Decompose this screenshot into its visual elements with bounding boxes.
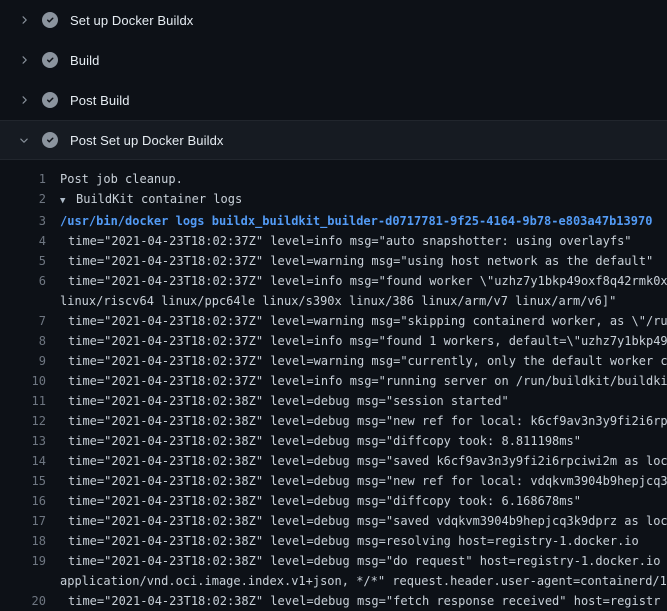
log-line-15: 15 time="2021-04-23T18:02:38Z" level=debu… (0, 471, 667, 491)
step-post-set-up-docker-buildx[interactable]: Post Set up Docker Buildx (0, 120, 667, 160)
line-number[interactable]: 5 (0, 251, 46, 271)
line-number[interactable]: 9 (0, 351, 46, 371)
line-number[interactable]: 12 (0, 411, 46, 431)
step-set-up-docker-buildx[interactable]: Set up Docker Buildx (0, 0, 667, 40)
log-line-4: 4 time="2021-04-23T18:02:37Z" level=info … (0, 231, 667, 251)
log-line-11: 11 time="2021-04-23T18:02:38Z" level=debu… (0, 391, 667, 411)
log-text: time="2021-04-23T18:02:38Z" level=debug … (60, 591, 667, 611)
line-number[interactable]: 11 (0, 391, 46, 411)
log-text: time="2021-04-23T18:02:38Z" level=debug … (60, 471, 667, 491)
step-build[interactable]: Build (0, 40, 667, 80)
log-line-9: 9 time="2021-04-23T18:02:37Z" level=warni… (0, 351, 667, 371)
step-post-build[interactable]: Post Build (0, 80, 667, 120)
triangle-down-icon[interactable]: ▼ (60, 191, 76, 211)
line-number[interactable]: 10 (0, 371, 46, 391)
log-text: time="2021-04-23T18:02:37Z" level=info m… (60, 371, 667, 391)
line-number[interactable]: 16 (0, 491, 46, 511)
log-line-6: 6 time="2021-04-23T18:02:37Z" level=info … (0, 271, 667, 311)
log-line-7: 7 time="2021-04-23T18:02:37Z" level=warni… (0, 311, 667, 331)
log-text: time="2021-04-23T18:02:37Z" level=warnin… (60, 351, 667, 371)
line-number[interactable]: 19 (0, 551, 46, 571)
line-number[interactable]: 17 (0, 511, 46, 531)
log-line-20: 20 time="2021-04-23T18:02:38Z" level=debu… (0, 591, 667, 611)
line-number[interactable]: 7 (0, 311, 46, 331)
line-number[interactable]: 1 (0, 169, 46, 189)
step-label: Build (70, 53, 99, 68)
command-text: /usr/bin/docker logs buildx_buildkit_bui… (60, 211, 667, 231)
log-line-14: 14 time="2021-04-23T18:02:38Z" level=debu… (0, 451, 667, 471)
log-text: time="2021-04-23T18:02:38Z" level=debug … (60, 551, 667, 591)
line-number[interactable]: 8 (0, 331, 46, 351)
line-number[interactable]: 13 (0, 431, 46, 451)
check-circle-icon (42, 132, 58, 148)
line-number[interactable]: 2 (0, 189, 46, 209)
log-line-2[interactable]: 2 ▼BuildKit container logs (0, 189, 667, 211)
check-circle-icon (42, 92, 58, 108)
log-line-10: 10 time="2021-04-23T18:02:37Z" level=info… (0, 371, 667, 391)
step-label: Post Set up Docker Buildx (70, 133, 224, 148)
line-number[interactable]: 4 (0, 231, 46, 251)
chevron-right-icon (16, 12, 32, 28)
line-number[interactable]: 6 (0, 271, 46, 291)
log-text: time="2021-04-23T18:02:38Z" level=debug … (60, 531, 667, 551)
log-text: time="2021-04-23T18:02:38Z" level=debug … (60, 451, 667, 471)
line-number[interactable]: 3 (0, 211, 46, 231)
log-line-16: 16 time="2021-04-23T18:02:38Z" level=debu… (0, 491, 667, 511)
log-line-12: 12 time="2021-04-23T18:02:38Z" level=debu… (0, 411, 667, 431)
line-number[interactable]: 15 (0, 471, 46, 491)
log-line-3: 3/usr/bin/docker logs buildx_buildkit_bu… (0, 211, 667, 231)
log-text: ▼BuildKit container logs (60, 189, 667, 211)
log-line-5: 5 time="2021-04-23T18:02:37Z" level=warni… (0, 251, 667, 271)
log-output: 1 Post job cleanup. 2 ▼BuildKit container l… (0, 160, 667, 611)
log-text: time="2021-04-23T18:02:38Z" level=debug … (60, 511, 667, 531)
log-text: time="2021-04-23T18:02:37Z" level=warnin… (60, 311, 667, 331)
line-number[interactable]: 14 (0, 451, 46, 471)
chevron-right-icon (16, 52, 32, 68)
line-number[interactable]: 18 (0, 531, 46, 551)
chevron-down-icon (16, 132, 32, 148)
step-label: Post Build (70, 93, 130, 108)
log-text: time="2021-04-23T18:02:38Z" level=debug … (60, 391, 667, 411)
log-text: time="2021-04-23T18:02:38Z" level=debug … (60, 411, 667, 431)
line-number[interactable]: 20 (0, 591, 46, 611)
log-line-17: 17 time="2021-04-23T18:02:38Z" level=debu… (0, 511, 667, 531)
log-line-19: 19 time="2021-04-23T18:02:38Z" level=debu… (0, 551, 667, 591)
log-text: time="2021-04-23T18:02:37Z" level=info m… (60, 231, 667, 251)
log-line-13: 13 time="2021-04-23T18:02:38Z" level=debu… (0, 431, 667, 451)
log-line-8: 8 time="2021-04-23T18:02:37Z" level=info … (0, 331, 667, 351)
check-circle-icon (42, 52, 58, 68)
log-text: time="2021-04-23T18:02:37Z" level=warnin… (60, 251, 667, 271)
step-label: Set up Docker Buildx (70, 13, 193, 28)
log-line-18: 18 time="2021-04-23T18:02:38Z" level=debu… (0, 531, 667, 551)
chevron-right-icon (16, 92, 32, 108)
workflow-steps-list: Set up Docker Buildx Build Post Build Po… (0, 0, 667, 160)
log-text: time="2021-04-23T18:02:37Z" level=info m… (60, 331, 667, 351)
log-text: time="2021-04-23T18:02:37Z" level=info m… (60, 271, 667, 311)
check-circle-icon (42, 12, 58, 28)
log-text: time="2021-04-23T18:02:38Z" level=debug … (60, 431, 667, 451)
log-text: time="2021-04-23T18:02:38Z" level=debug … (60, 491, 667, 511)
log-text: Post job cleanup. (60, 169, 667, 189)
log-line-1: 1 Post job cleanup. (0, 169, 667, 189)
